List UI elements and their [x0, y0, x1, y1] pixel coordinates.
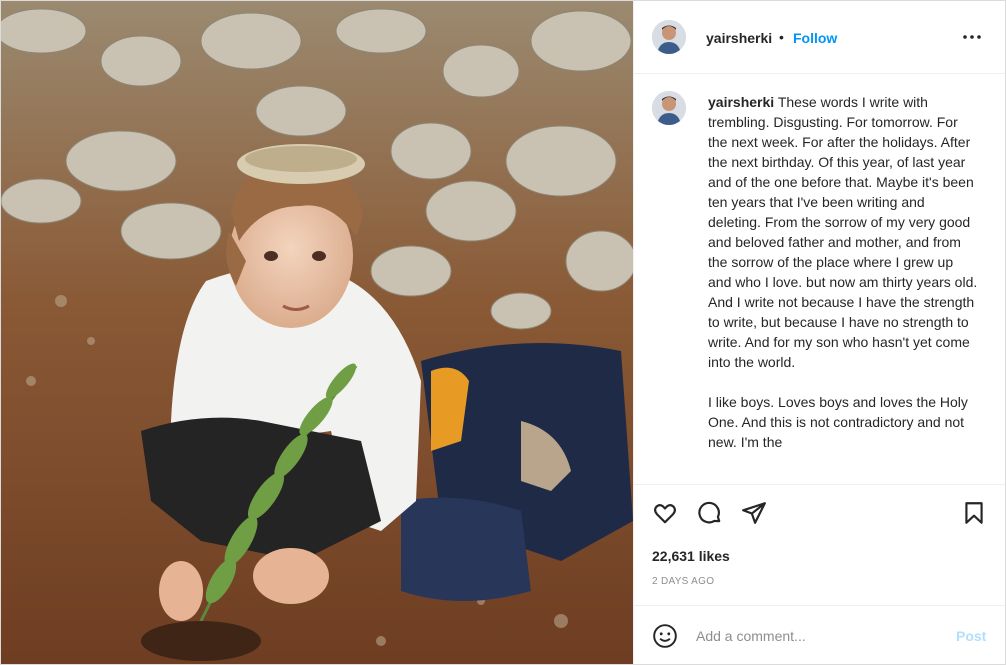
post-photo-image: [1, 1, 633, 664]
avatar-image: [652, 20, 686, 54]
caption-paragraph-2: I like boys. Loves boys and loves the Ho…: [708, 394, 972, 450]
avatar[interactable]: [652, 91, 686, 125]
post-date[interactable]: 2 DAYS AGO: [652, 576, 714, 587]
post-header: yairsherki • Follow: [634, 1, 1005, 74]
username-link[interactable]: yairsherki: [706, 30, 772, 46]
post-modal: yairsherki • Follow yairsherki These wor…: [0, 0, 1006, 665]
caption-scroll-area[interactable]: yairsherki These words I write with trem…: [634, 74, 1005, 482]
post-actions: 22,631 likes 2 DAYS AGO: [634, 484, 1005, 605]
post-caption: yairsherki These words I write with trem…: [708, 92, 978, 452]
caption-username-link[interactable]: yairsherki: [708, 94, 774, 110]
comment-bubble-icon[interactable]: [697, 500, 723, 526]
paper-plane-icon[interactable]: [741, 500, 767, 526]
separator-dot: •: [779, 29, 784, 45]
follow-button[interactable]: Follow: [793, 30, 837, 46]
heart-icon[interactable]: [652, 500, 678, 526]
likes-count[interactable]: 22,631 likes: [652, 548, 730, 564]
bookmark-icon[interactable]: [961, 500, 987, 526]
avatar[interactable]: [652, 20, 686, 54]
comment-input[interactable]: [696, 623, 936, 649]
avatar-image: [652, 91, 686, 125]
caption-paragraph-1: These words I write with trembling. Disg…: [708, 94, 981, 370]
more-dots-icon[interactable]: [960, 25, 984, 49]
post-side-panel: yairsherki • Follow yairsherki These wor…: [633, 1, 1005, 664]
post-comment-button[interactable]: Post: [956, 628, 986, 644]
post-photo[interactable]: [1, 1, 633, 664]
comment-bar: Post: [634, 605, 1005, 664]
emoji-smile-icon[interactable]: [652, 623, 678, 649]
